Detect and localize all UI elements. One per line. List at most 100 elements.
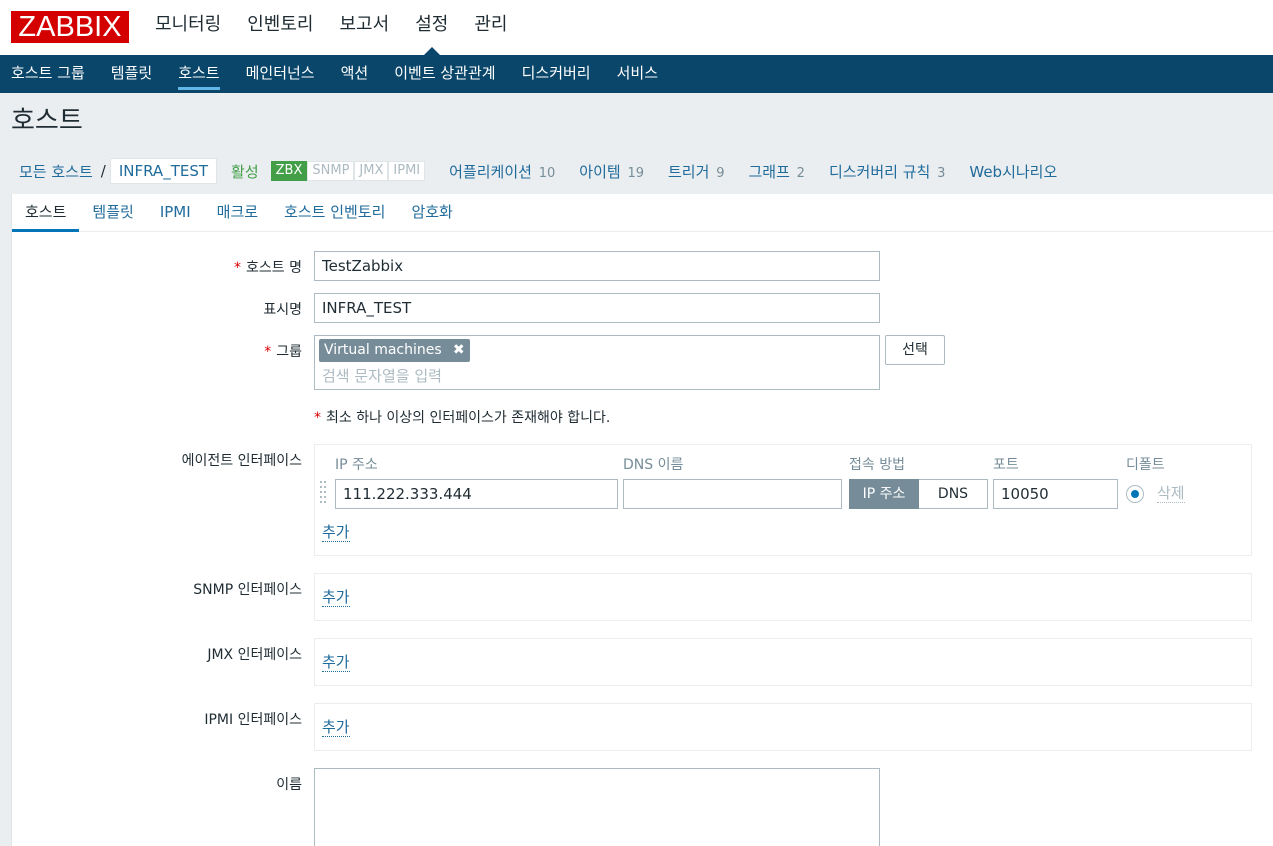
tab-templates[interactable]: 템플릿 bbox=[79, 194, 146, 232]
nav-web-scenarios[interactable]: Web시나리오 bbox=[957, 161, 1069, 182]
nav-count: 3 bbox=[937, 165, 946, 181]
main-menu-monitoring[interactable]: 모니터링 bbox=[142, 0, 234, 55]
visible-name-input[interactable]: INFRA_TEST bbox=[314, 293, 880, 323]
required-marker: * bbox=[264, 344, 272, 360]
nav-applications[interactable]: 어플리케이션 10 bbox=[437, 161, 567, 182]
groups-search-placeholder[interactable]: 검색 문자열을 입력 bbox=[322, 365, 442, 386]
snmp-interfaces-label: SNMP 인터페이스 bbox=[193, 582, 302, 598]
nav-label: 그래프 bbox=[748, 162, 790, 181]
sub-menu-label: 이벤트 상관관계 bbox=[394, 64, 496, 82]
host-navigation: 모든 호스트 / INFRA_TEST 활성 ZBX SNMP JMX IPMI… bbox=[11, 155, 1069, 187]
main-menu: 모니터링 인벤토리 보고서 설정 관리 bbox=[142, 0, 520, 55]
groups-label-text: 그룹 bbox=[276, 344, 302, 360]
tab-ipmi[interactable]: IPMI bbox=[147, 194, 204, 232]
required-marker: * bbox=[234, 260, 242, 276]
nav-count: 10 bbox=[538, 165, 556, 181]
snmp-interfaces-box: 추가 bbox=[314, 573, 1252, 621]
group-chip-label: Virtual machines bbox=[324, 342, 442, 358]
groups-multiselect[interactable]: Virtual machines ✖ 검색 문자열을 입력 bbox=[314, 335, 880, 390]
default-interface-radio[interactable] bbox=[1126, 485, 1144, 503]
sub-menu-label: 템플릿 bbox=[110, 64, 153, 82]
connect-ip-option[interactable]: IP 주소 bbox=[849, 479, 919, 509]
sub-menu-templates[interactable]: 템플릿 bbox=[98, 55, 165, 93]
form-tabs: 호스트 템플릿 IPMI 매크로 호스트 인벤토리 암호화 bbox=[12, 194, 1273, 232]
nav-label: 아이템 bbox=[579, 162, 621, 181]
agent-interfaces-box: IP 주소 DNS 이름 접속 방법 포트 디폴트 111.222.333.44… bbox=[314, 444, 1252, 556]
required-marker: * bbox=[314, 410, 321, 426]
add-agent-interface-link[interactable]: 추가 bbox=[322, 523, 350, 542]
connect-to-toggle: IP 주소 DNS bbox=[849, 479, 988, 509]
breadcrumb-separator: / bbox=[100, 162, 106, 180]
host-name-label-text: 호스트 명 bbox=[246, 260, 302, 276]
nav-discovery-rules[interactable]: 디스커버리 규칙 3 bbox=[817, 161, 957, 182]
groups-label: * 그룹 bbox=[12, 341, 302, 361]
add-jmx-interface-link[interactable]: 추가 bbox=[322, 653, 350, 672]
remove-interface-link[interactable]: 삭제 bbox=[1157, 484, 1185, 503]
availability-ipmi-badge: IPMI bbox=[388, 161, 426, 181]
jmx-interfaces-box: 추가 bbox=[314, 638, 1252, 686]
tab-macros[interactable]: 매크로 bbox=[204, 194, 271, 232]
drag-handle-icon[interactable] bbox=[320, 481, 328, 505]
tab-host-inventory[interactable]: 호스트 인벤토리 bbox=[271, 194, 398, 232]
sub-menu-maintenance[interactable]: 메인터넌스 bbox=[233, 55, 328, 93]
host-name-input[interactable]: TestZabbix bbox=[314, 251, 880, 281]
sub-menu: 호스트 그룹 템플릿 호스트 메인터넌스 액션 이벤트 상관관계 디스커버리 서… bbox=[0, 55, 1273, 93]
main-menu-administration[interactable]: 관리 bbox=[461, 0, 520, 55]
availability-snmp-badge: SNMP bbox=[307, 161, 355, 181]
main-menu-reports[interactable]: 보고서 bbox=[327, 0, 403, 55]
nav-label: Web시나리오 bbox=[969, 162, 1058, 181]
availability-zbx-badge: ZBX bbox=[270, 161, 308, 181]
sub-menu-label: 액션 bbox=[340, 64, 369, 82]
nav-label: 트리거 bbox=[668, 162, 710, 181]
host-form-panel: 호스트 템플릿 IPMI 매크로 호스트 인벤토리 암호화 * 호스트 명 Tes… bbox=[11, 194, 1273, 846]
host-status: 활성 bbox=[231, 162, 259, 181]
tab-host[interactable]: 호스트 bbox=[12, 194, 80, 232]
breadcrumb-all-hosts[interactable]: 모든 호스트 bbox=[11, 161, 101, 182]
nav-count: 19 bbox=[627, 165, 644, 181]
ipmi-interfaces-label: IPMI 인터페이스 bbox=[204, 712, 302, 728]
nav-count: 9 bbox=[716, 165, 725, 181]
nav-count: 2 bbox=[796, 165, 805, 181]
group-chip: Virtual machines ✖ bbox=[319, 339, 470, 362]
connect-dns-option[interactable]: DNS bbox=[919, 479, 988, 509]
zabbix-logo[interactable]: ZABBIX bbox=[11, 11, 129, 43]
add-snmp-interface-link[interactable]: 추가 bbox=[322, 588, 350, 607]
nav-items[interactable]: 아이템 19 bbox=[567, 161, 656, 182]
select-groups-button[interactable]: 선택 bbox=[885, 335, 945, 365]
agent-dns-input[interactable] bbox=[623, 479, 842, 509]
interface-hint: * 최소 하나 이상의 인터페이스가 존재해야 합니다. bbox=[314, 407, 610, 427]
agent-ip-input[interactable]: 111.222.333.444 bbox=[335, 479, 618, 509]
description-label: 이름 bbox=[276, 777, 302, 793]
nav-graphs[interactable]: 그래프 2 bbox=[736, 161, 816, 182]
remove-chip-icon[interactable]: ✖ bbox=[453, 339, 465, 362]
main-menu-configuration[interactable]: 설정 bbox=[402, 0, 461, 55]
availability-badges: ZBX SNMP JMX IPMI bbox=[270, 161, 426, 181]
sub-menu-actions[interactable]: 액션 bbox=[328, 55, 382, 93]
add-ipmi-interface-link[interactable]: 추가 bbox=[322, 718, 350, 737]
col-default-header: 디폴트 bbox=[1126, 457, 1165, 473]
sub-menu-label: 디스커버리 bbox=[521, 64, 591, 82]
host-name-label: * 호스트 명 bbox=[12, 257, 302, 277]
sub-menu-services[interactable]: 서비스 bbox=[604, 55, 671, 93]
tab-encryption[interactable]: 암호화 bbox=[398, 194, 465, 232]
sub-menu-label: 호스트 bbox=[178, 64, 220, 90]
sub-menu-event-correlation[interactable]: 이벤트 상관관계 bbox=[381, 55, 508, 93]
main-menu-inventory[interactable]: 인벤토리 bbox=[234, 0, 326, 55]
description-textarea[interactable] bbox=[314, 768, 880, 846]
col-port-header: 포트 bbox=[993, 457, 1019, 473]
sub-menu-discovery[interactable]: 디스커버리 bbox=[509, 55, 604, 93]
breadcrumb-current-host[interactable]: INFRA_TEST bbox=[109, 158, 218, 184]
agent-port-input[interactable]: 10050 bbox=[993, 479, 1118, 509]
page-title: 호스트 bbox=[11, 106, 83, 136]
nav-label: 디스커버리 규칙 bbox=[828, 162, 931, 181]
nav-label: 어플리케이션 bbox=[449, 162, 532, 181]
sub-menu-label: 메인터넌스 bbox=[245, 64, 315, 82]
availability-jmx-badge: JMX bbox=[354, 161, 389, 181]
sub-menu-hosts[interactable]: 호스트 bbox=[165, 55, 232, 93]
nav-triggers[interactable]: 트리거 9 bbox=[656, 161, 736, 182]
visible-name-label: 표시명 bbox=[263, 302, 302, 318]
sub-menu-host-groups[interactable]: 호스트 그룹 bbox=[0, 55, 98, 93]
col-connect-header: 접속 방법 bbox=[849, 457, 905, 473]
agent-interfaces-label: 에이전트 인터페이스 bbox=[181, 453, 302, 469]
top-header: ZABBIX 모니터링 인벤토리 보고서 설정 관리 bbox=[0, 0, 1273, 55]
